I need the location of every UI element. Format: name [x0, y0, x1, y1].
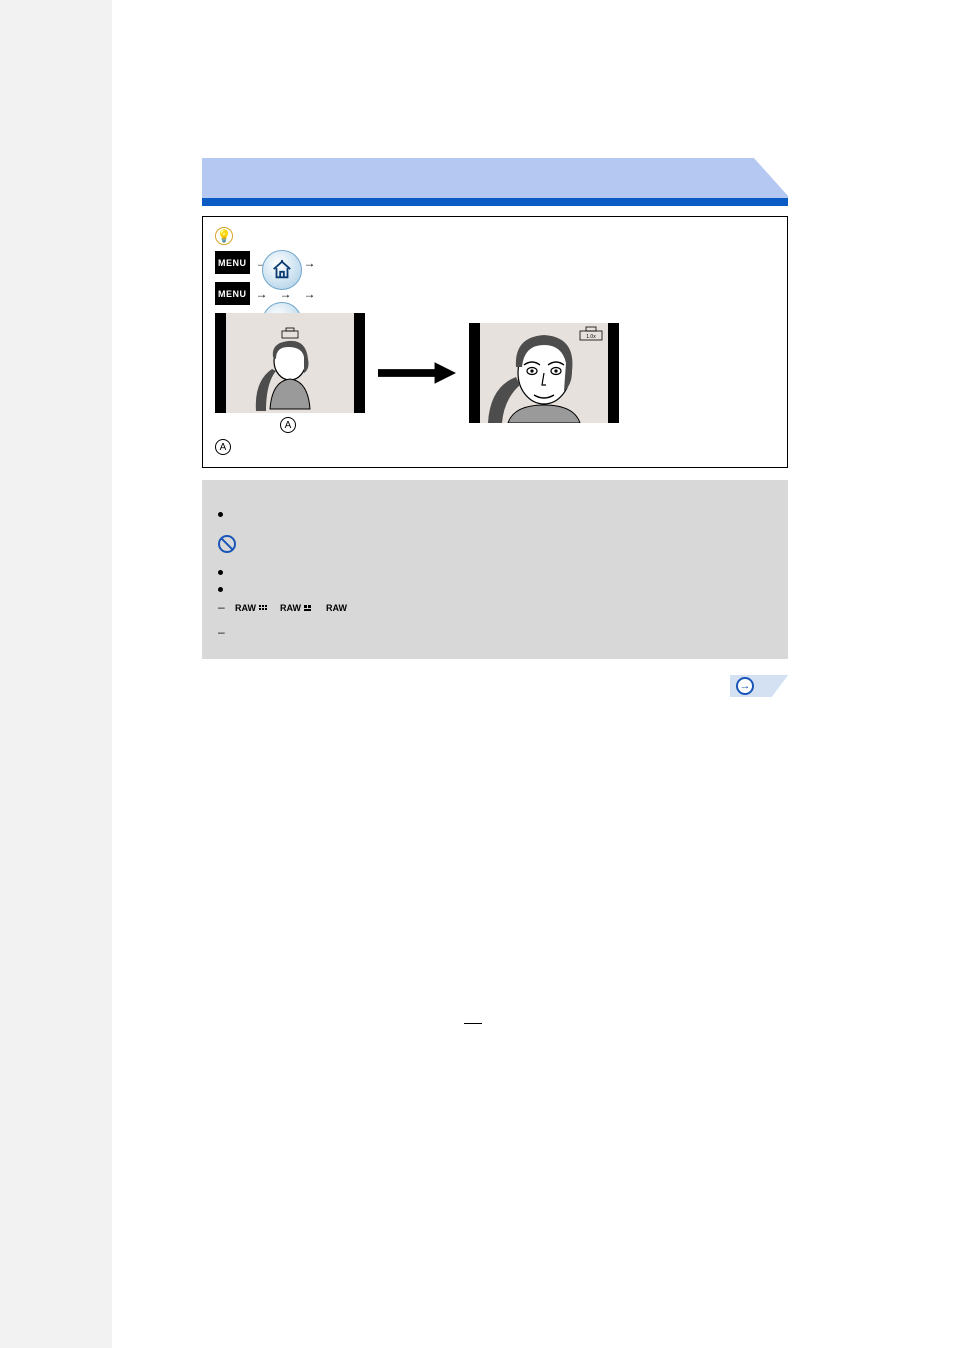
arrow-right-icon: →	[736, 677, 754, 695]
svg-text:RAW: RAW	[235, 603, 257, 613]
arrow-icon: →	[304, 285, 316, 303]
svg-text:RAW: RAW	[326, 603, 348, 613]
dash-icon: –	[218, 598, 226, 617]
home-icon[interactable]	[262, 250, 302, 290]
bullet-icon	[218, 512, 223, 517]
legend-a: A	[215, 439, 775, 455]
bullet-icon	[218, 570, 223, 575]
next-page-link[interactable]: →	[202, 675, 788, 697]
dash-icon: –	[218, 623, 226, 642]
after-thumbnail: 1.0x	[469, 323, 619, 423]
notes-box: – RAW RAW RAW –	[202, 480, 788, 659]
label-a-marker: A	[280, 417, 296, 433]
page-number	[202, 1015, 788, 1030]
transform-arrow-icon	[377, 362, 457, 384]
svg-text:RAW: RAW	[280, 603, 302, 613]
menu-chip: MENU	[215, 251, 250, 274]
arrow-icon: →	[304, 254, 316, 272]
note-text: RAW RAW RAW	[232, 598, 355, 617]
bulb-icon: 💡	[215, 227, 233, 245]
not-available-icon	[218, 535, 236, 553]
raw-fine-icon: RAW	[235, 602, 271, 614]
bullet-icon	[218, 587, 223, 592]
raw-std-icon: RAW	[280, 602, 316, 614]
raw-only-icon: RAW	[326, 602, 352, 614]
menu-chip: MENU	[215, 282, 250, 305]
page-banner	[202, 158, 788, 206]
before-thumbnail	[215, 313, 365, 413]
svg-text:1.0x: 1.0x	[586, 334, 596, 340]
